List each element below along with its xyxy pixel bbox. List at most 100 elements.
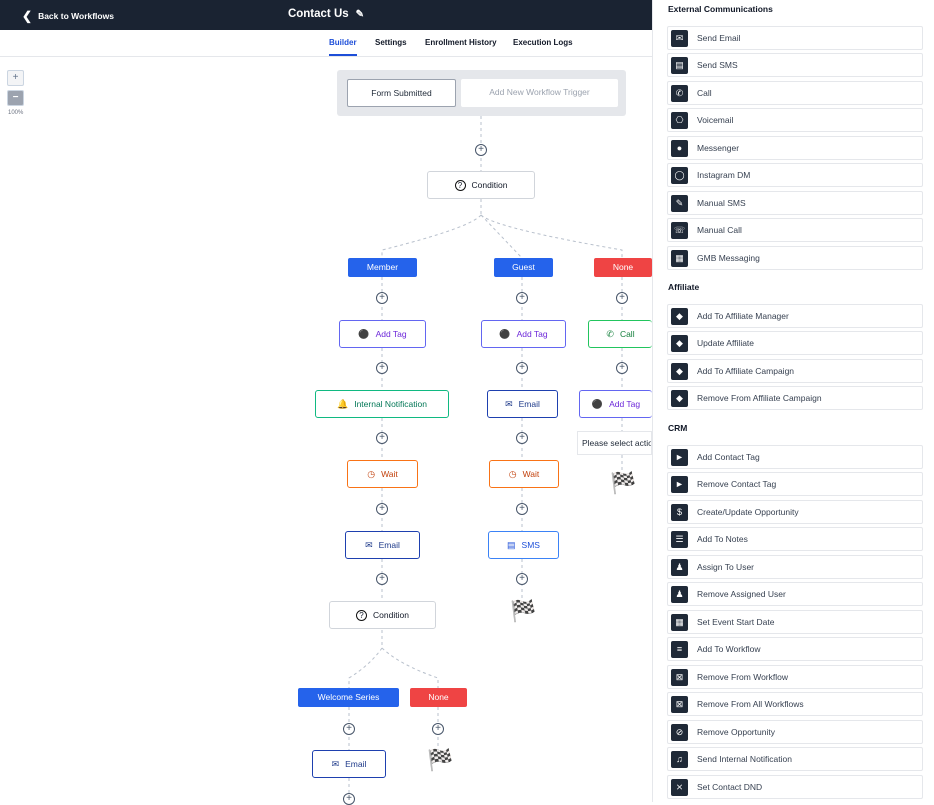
add-step-plus-icon[interactable]: +: [376, 362, 388, 374]
action-messenger[interactable]: ● Messenger: [667, 136, 923, 160]
action-add-to-notes[interactable]: ☰ Add To Notes: [667, 527, 923, 551]
action-manual-sms[interactable]: ✎ Manual SMS: [667, 191, 923, 215]
add-step-plus-icon[interactable]: +: [516, 292, 528, 304]
node-label: Add Tag: [609, 399, 641, 409]
branch-guest[interactable]: Guest: [494, 258, 553, 277]
messenger-icon: ●: [671, 139, 688, 157]
phone-icon: ✆: [671, 84, 688, 102]
section-crm: CRM: [668, 423, 688, 433]
node-label: SMS: [521, 540, 540, 550]
add-step-plus-icon[interactable]: +: [516, 362, 528, 374]
branch-none-2[interactable]: None: [410, 688, 467, 707]
action-remove-opportunity[interactable]: ⊘ Remove Opportunity: [667, 720, 923, 744]
list-add-icon: ≡: [671, 640, 688, 658]
node-label: Email: [378, 540, 400, 550]
envelope-icon: ✉: [671, 29, 688, 47]
member-wait-node[interactable]: ◷ Wait: [347, 460, 418, 488]
question-icon: ?: [454, 179, 466, 191]
node-label: Add Tag: [375, 329, 407, 339]
guest-add-tag-node[interactable]: ⚫ Add Tag: [481, 320, 566, 348]
chat-icon: ▤: [507, 539, 516, 550]
add-workflow-trigger-button[interactable]: Add New Workflow Trigger: [461, 79, 618, 107]
add-step-plus-icon[interactable]: +: [432, 723, 444, 735]
action-set-event-start-date[interactable]: ▦ Set Event Start Date: [667, 610, 923, 634]
branch-member[interactable]: Member: [348, 258, 417, 277]
section-external-communications: External Communications: [668, 4, 773, 14]
user-icon: ♟: [671, 558, 688, 576]
node-label: Call: [619, 329, 635, 339]
welcome-email-node[interactable]: ✉ Email: [312, 750, 386, 778]
add-step-plus-icon[interactable]: +: [376, 503, 388, 515]
clock-icon: ◷: [367, 468, 376, 479]
condition-label: Condition: [471, 180, 508, 190]
add-step-plus-icon[interactable]: +: [616, 362, 628, 374]
action-gmb-messaging[interactable]: ▦ GMB Messaging: [667, 246, 923, 270]
diamond-icon: ◆: [671, 362, 688, 380]
action-remove-from-workflow[interactable]: ⊠ Remove From Workflow: [667, 665, 923, 689]
action-add-to-affiliate-manager[interactable]: ◆ Add To Affiliate Manager: [667, 304, 923, 328]
member-add-tag-node[interactable]: ⚫ Add Tag: [339, 320, 426, 348]
add-step-plus-icon[interactable]: +: [516, 503, 528, 515]
action-remove-assigned-user[interactable]: ♟ Remove Assigned User: [667, 582, 923, 606]
action-send-sms[interactable]: ▤ Send SMS: [667, 53, 923, 77]
action-instagram-dm[interactable]: ◯ Instagram DM: [667, 163, 923, 187]
chat-icon: ▤: [671, 56, 688, 74]
action-update-affiliate[interactable]: ◆ Update Affiliate: [667, 331, 923, 355]
action-send-email[interactable]: ✉ Send Email: [667, 26, 923, 50]
add-step-plus-icon[interactable]: +: [516, 573, 528, 585]
question-icon: ?: [356, 609, 368, 621]
guest-wait-node[interactable]: ◷ Wait: [489, 460, 559, 488]
add-step-plus-icon[interactable]: +: [616, 292, 628, 304]
end-flag-icon: 🏁: [510, 600, 537, 623]
action-call[interactable]: ✆ Call: [667, 81, 923, 105]
condition-node[interactable]: ? Condition: [427, 171, 535, 199]
bell-off-icon: ⨯: [671, 778, 688, 796]
node-label: Wait: [381, 469, 398, 479]
condition-node-2[interactable]: ? Condition: [329, 601, 436, 629]
tag-icon: ⚫: [358, 328, 370, 339]
add-step-plus-icon[interactable]: +: [343, 793, 355, 805]
action-voicemail[interactable]: ⎔ Voicemail: [667, 108, 923, 132]
action-create-update-opportunity[interactable]: $ Create/Update Opportunity: [667, 500, 923, 524]
action-add-to-affiliate-campaign[interactable]: ◆ Add To Affiliate Campaign: [667, 359, 923, 383]
bell-icon: 🔔: [337, 398, 349, 409]
action-remove-contact-tag[interactable]: ► Remove Contact Tag: [667, 472, 923, 496]
envelope-icon: ✉: [505, 398, 513, 409]
funnel-off-icon: ⊘: [671, 723, 688, 741]
diamond-icon: ◆: [671, 334, 688, 352]
add-step-plus-icon[interactable]: +: [376, 292, 388, 304]
add-step-plus-icon[interactable]: +: [475, 144, 487, 156]
guest-email-node[interactable]: ✉ Email: [487, 390, 558, 418]
action-assign-to-user[interactable]: ♟ Assign To User: [667, 555, 923, 579]
member-internal-notification-node[interactable]: 🔔 Internal Notification: [315, 390, 449, 418]
none-call-node[interactable]: ✆ Call: [588, 320, 652, 348]
branch-welcome-series[interactable]: Welcome Series: [298, 688, 399, 707]
add-step-plus-icon[interactable]: +: [376, 573, 388, 585]
condition-label: Condition: [373, 610, 409, 620]
trigger-form-submitted[interactable]: Form Submitted: [347, 79, 456, 107]
clock-icon: ◷: [508, 468, 517, 479]
add-step-plus-icon[interactable]: +: [343, 723, 355, 735]
voicemail-icon: ⎔: [671, 111, 688, 129]
action-add-contact-tag[interactable]: ► Add Contact Tag: [667, 445, 923, 469]
end-flag-icon: 🏁: [427, 749, 454, 772]
action-add-to-workflow[interactable]: ≡ Add To Workflow: [667, 637, 923, 661]
add-step-plus-icon[interactable]: +: [376, 432, 388, 444]
action-remove-from-affiliate-campaign[interactable]: ◆ Remove From Affiliate Campaign: [667, 386, 923, 410]
manual-call-icon: ☏: [671, 221, 688, 239]
guest-sms-node[interactable]: ▤ SMS: [488, 531, 559, 559]
section-affiliate: Affiliate: [668, 282, 700, 292]
action-manual-call[interactable]: ☏ Manual Call: [667, 218, 923, 242]
none-add-tag-node[interactable]: ⚫ Add Tag: [579, 390, 652, 418]
member-email-node[interactable]: ✉ Email: [345, 531, 420, 559]
list-remove-all-icon: ⊠: [671, 695, 688, 713]
action-send-internal-notification[interactable]: ♫ Send Internal Notification: [667, 747, 923, 771]
add-step-plus-icon[interactable]: +: [516, 432, 528, 444]
tag-icon: ⚫: [591, 398, 604, 409]
branch-none[interactable]: None: [594, 258, 652, 277]
select-action-placeholder[interactable]: Please select action: [577, 431, 652, 455]
action-set-contact-dnd[interactable]: ⨯ Set Contact DND: [667, 775, 923, 799]
action-remove-from-all-workflows[interactable]: ⊠ Remove From All Workflows: [667, 692, 923, 716]
calendar-icon: ▦: [671, 613, 688, 631]
note-icon: ☰: [671, 530, 688, 548]
